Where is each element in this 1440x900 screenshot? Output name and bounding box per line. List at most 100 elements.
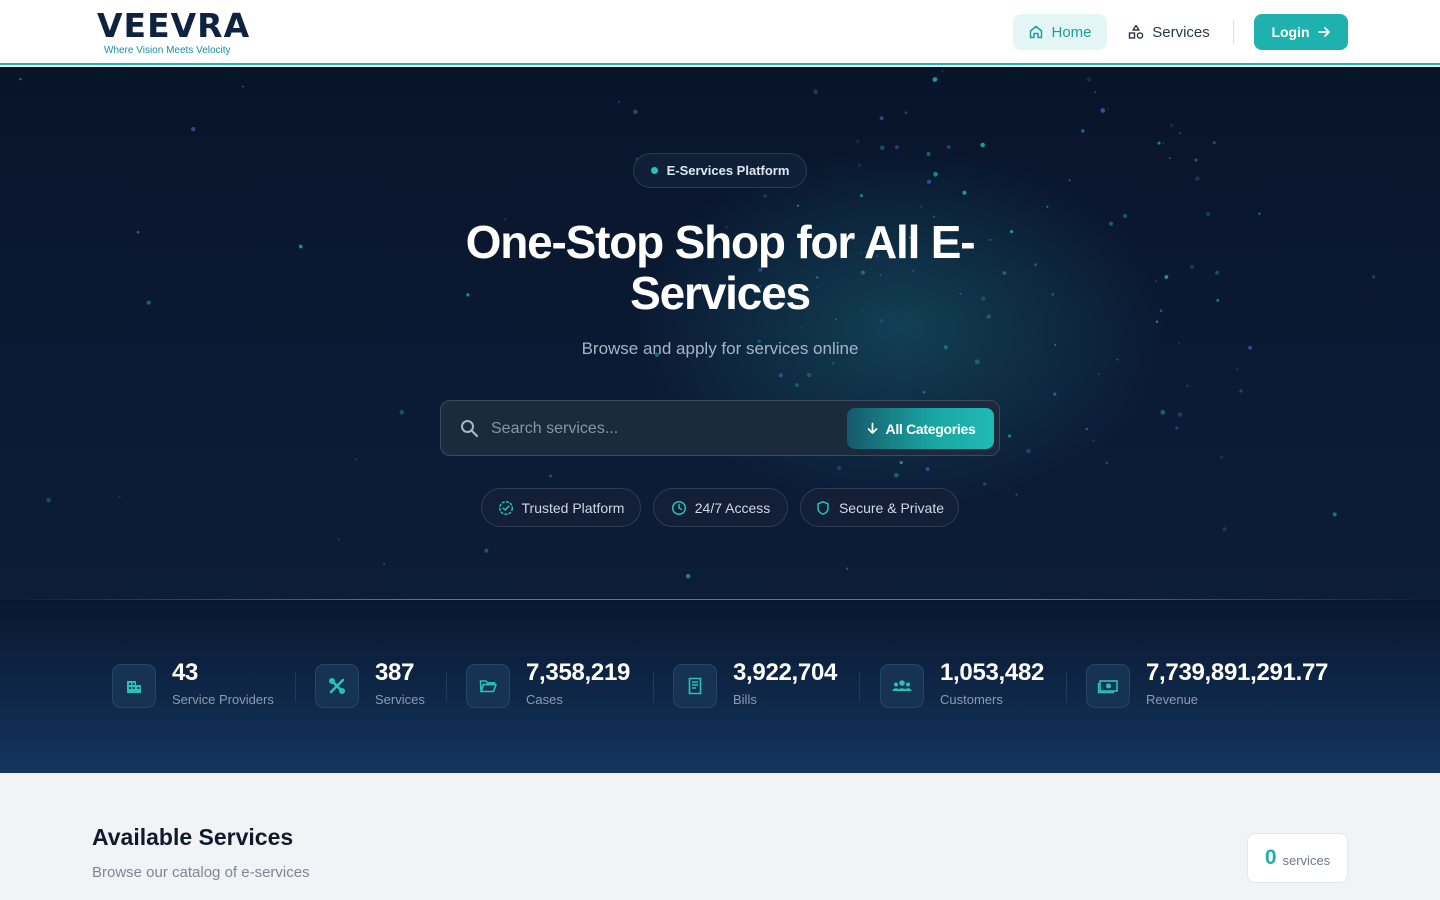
particle-dot	[1177, 412, 1183, 417]
particle-dot	[1215, 270, 1220, 275]
platform-badge: E-Services Platform	[633, 153, 807, 188]
particle-dot	[191, 126, 196, 132]
particle-dot	[1054, 343, 1057, 347]
login-label: Login	[1271, 24, 1310, 40]
check-badge-icon	[498, 500, 513, 515]
particle-dot	[1097, 373, 1100, 376]
particle-dot	[1015, 493, 1018, 496]
brand-logo[interactable]: VEEVRA Where Vision Meets Velocity	[97, 6, 251, 57]
available-services-title: Available Services	[92, 824, 294, 850]
brand-tagline: Where Vision Meets Velocity	[104, 45, 231, 56]
stat-label: Services	[375, 692, 425, 707]
particle-dot	[1105, 461, 1109, 465]
stats-bar: 43 Service Providers 387 Services 7,358,…	[0, 600, 1440, 773]
search-input[interactable]	[491, 413, 831, 445]
brand-name: VEEVRA	[97, 6, 251, 45]
particle-dot	[920, 205, 922, 208]
particle-dot	[548, 474, 553, 478]
arrow-right-icon	[1317, 27, 1330, 37]
particle-dot	[1190, 265, 1194, 269]
particle-dot	[1053, 392, 1057, 396]
all-categories-label: All Categories	[885, 420, 976, 437]
particle-dot	[800, 326, 803, 329]
particle-dot	[1106, 107, 1109, 110]
stat-label: Service Providers	[172, 692, 274, 707]
stat-separator	[859, 672, 860, 702]
particle-dot	[136, 231, 140, 234]
feature-label: Secure & Private	[838, 499, 945, 516]
particle-dot	[1175, 426, 1179, 430]
particle-dot	[1160, 409, 1166, 415]
stat-value: 3,922,704	[733, 659, 838, 686]
stat-separator	[1066, 672, 1067, 702]
shield-icon	[817, 500, 829, 515]
particle-dot	[1169, 123, 1174, 128]
feature-label: Trusted Platform	[521, 499, 625, 516]
particle-dot	[807, 372, 812, 378]
particle-dot	[1178, 132, 1181, 134]
particle-dot	[857, 163, 861, 167]
particle-dot	[1007, 434, 1012, 438]
stat-value: 43	[172, 659, 199, 686]
particle-dot	[146, 300, 151, 305]
nav-services-link[interactable]: Services	[1120, 14, 1218, 50]
particle-dot	[633, 109, 638, 115]
badge-label: E-Services Platform	[666, 163, 790, 178]
particle-dot	[1092, 439, 1095, 442]
particle-dot	[778, 373, 783, 378]
particle-dot	[46, 497, 51, 503]
particle-dot	[1239, 389, 1243, 393]
particle-dot	[1026, 448, 1031, 454]
all-categories-button[interactable]: All Categories	[847, 408, 994, 449]
search-bar: All Categories	[440, 400, 1000, 456]
particle-dot	[894, 145, 899, 150]
particle-dot	[831, 362, 835, 365]
particle-dot	[241, 85, 244, 88]
particle-dot	[1216, 298, 1220, 302]
particle-dot	[879, 116, 884, 121]
particle-dot	[1248, 345, 1252, 350]
stat-label: Customers	[940, 692, 1003, 707]
badge-dot	[650, 167, 658, 174]
folder-icon	[466, 664, 510, 708]
home-icon	[1030, 25, 1043, 39]
money-icon	[1086, 664, 1130, 708]
particle-dot	[980, 142, 985, 148]
particle-dot	[974, 359, 980, 365]
particle-dot	[932, 77, 938, 82]
particle-dot	[1206, 211, 1211, 217]
particle-dot	[1164, 275, 1169, 279]
particle-dot	[836, 465, 842, 471]
users-icon	[880, 664, 924, 708]
nav-home-label: Home	[1051, 23, 1092, 41]
login-button[interactable]: Login	[1254, 14, 1348, 50]
tools-icon	[315, 664, 359, 708]
particle-dot	[1162, 141, 1165, 144]
hero-section: E-Services Platform One-Stop Shop for Al…	[0, 67, 1440, 600]
particle-dot	[1051, 292, 1055, 296]
shapes-icon	[1129, 24, 1144, 39]
particle-dot	[1212, 141, 1216, 145]
particle-dot	[845, 567, 849, 570]
services-count: 0	[1264, 846, 1277, 869]
particle-dot	[1108, 221, 1114, 226]
particle-dot	[484, 548, 489, 553]
particle-dot	[1258, 212, 1261, 215]
particle-dot	[1236, 368, 1239, 371]
particle-dot	[859, 193, 864, 198]
particle-dot	[1222, 527, 1227, 532]
particle-dot	[899, 460, 903, 465]
particle-dot	[946, 145, 951, 149]
particle-dot	[383, 563, 385, 566]
stat-label: Cases	[526, 692, 563, 707]
particle-dot	[1086, 77, 1092, 82]
particle-dot	[1116, 358, 1119, 361]
stat-value: 387	[375, 659, 415, 686]
particle-dot	[1186, 384, 1189, 387]
feature-pill-trusted: Trusted Platform	[481, 488, 641, 527]
particle-dot	[19, 77, 22, 81]
building-icon	[112, 664, 156, 708]
particle-dot	[337, 538, 340, 541]
particle-dot	[685, 573, 691, 579]
nav-home-link[interactable]: Home	[1013, 14, 1107, 50]
